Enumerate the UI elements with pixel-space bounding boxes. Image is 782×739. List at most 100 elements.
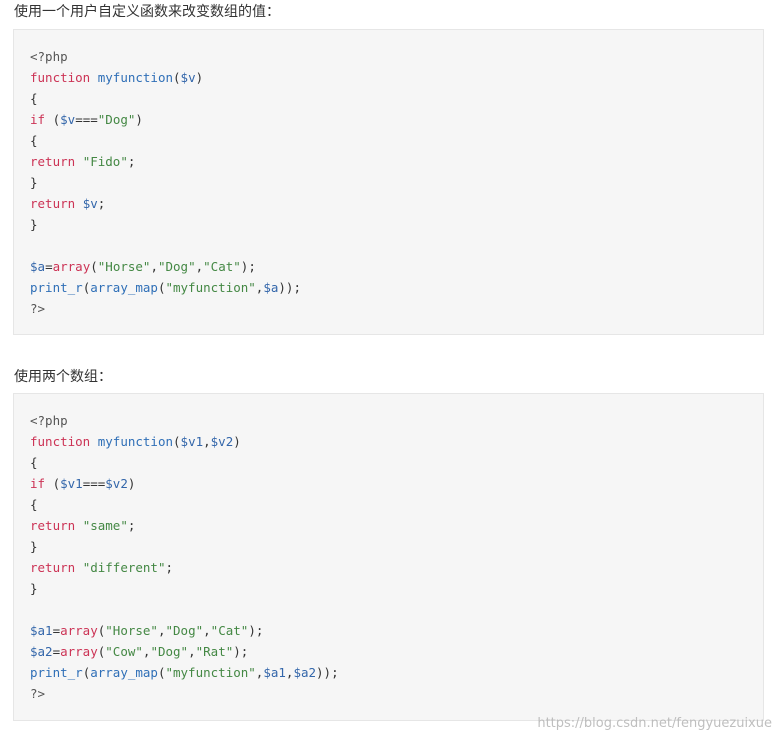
code-token-plain: { bbox=[30, 133, 38, 148]
code-token-kw: if bbox=[30, 112, 46, 127]
code-line: { bbox=[30, 130, 763, 151]
code-token-str: "different" bbox=[82, 560, 166, 575]
code-token-fn: print_r bbox=[30, 665, 83, 680]
code-token-plain: { bbox=[30, 455, 38, 470]
code-block-1[interactable]: <?php function myfunction($v){if ($v==="D… bbox=[13, 29, 764, 335]
code-token-plain: , bbox=[203, 623, 211, 638]
code-line: } bbox=[30, 536, 763, 557]
code-token-plain: ; bbox=[127, 154, 136, 169]
code-line: return "same"; bbox=[30, 515, 763, 536]
code-token-plain: === bbox=[82, 476, 106, 491]
code-token-plain: ( bbox=[45, 112, 61, 127]
code-line: } bbox=[30, 214, 763, 235]
code-token-plain: === bbox=[75, 112, 98, 127]
code-line: if ($v==="Dog") bbox=[30, 109, 763, 130]
code-token-str: "same" bbox=[82, 518, 128, 533]
code-token-plain: } bbox=[30, 581, 38, 596]
code-token-plain: , bbox=[188, 644, 196, 659]
code-token-plain: ) bbox=[233, 434, 241, 449]
code-line: { bbox=[30, 452, 763, 473]
code-token-plain: ; bbox=[165, 560, 174, 575]
code-token-var: $a bbox=[30, 259, 46, 274]
code-token-plain: ) bbox=[195, 70, 204, 85]
code-token-kw: function bbox=[30, 434, 91, 449]
code-token-plain: , bbox=[157, 623, 166, 638]
code-token-kw: return bbox=[30, 154, 76, 169]
code-token-plain: ( bbox=[45, 476, 61, 491]
code-token-fn: array_map bbox=[90, 665, 158, 680]
code-token-str: "Cat" bbox=[210, 623, 249, 638]
code-token-kw: return bbox=[30, 560, 76, 575]
code-token-plain: )); bbox=[278, 280, 301, 295]
code-token-plain: { bbox=[30, 91, 38, 106]
code-token-var: $v bbox=[180, 70, 196, 85]
code-token-str: "Dog" bbox=[97, 112, 136, 127]
code-token-str: "Horse" bbox=[105, 623, 158, 638]
code-token-plain: ; bbox=[97, 196, 106, 211]
code-token-plain: ( bbox=[90, 259, 98, 274]
code-token-var: $v bbox=[82, 196, 98, 211]
code-token-var: $a1 bbox=[263, 665, 286, 680]
code-line: print_r(array_map("myfunction",$a1,$a2))… bbox=[30, 662, 763, 683]
code-token-fn: print_r bbox=[30, 280, 83, 295]
code-block-2-lines: <?php function myfunction($v1,$v2){if ($v… bbox=[30, 410, 763, 704]
code-line: return "Fido"; bbox=[30, 151, 763, 172]
code-token-kw: array bbox=[52, 259, 91, 274]
code-line: $a=array("Horse","Dog","Cat"); bbox=[30, 256, 763, 277]
code-token-var: $a2 bbox=[293, 665, 317, 680]
code-token-kw: array bbox=[60, 623, 98, 638]
code-token-plain: } bbox=[30, 539, 38, 554]
code-block-2[interactable]: <?php function myfunction($v1,$v2){if ($v… bbox=[13, 393, 764, 721]
code-line: return "different"; bbox=[30, 557, 763, 578]
code-token-var: $v1 bbox=[60, 476, 83, 491]
code-token-plain: = bbox=[45, 259, 53, 274]
code-token-plain: , bbox=[203, 434, 211, 449]
code-token-kw: return bbox=[30, 196, 76, 211]
code-token-kw: if bbox=[30, 476, 46, 491]
code-token-str: "myfunction" bbox=[165, 665, 256, 680]
code-line: function myfunction($v) bbox=[30, 67, 763, 88]
section-heading-2: 使用两个数组： bbox=[14, 369, 112, 385]
code-token-kw: array bbox=[60, 644, 98, 659]
code-token-plain: ) bbox=[127, 476, 136, 491]
code-token-str: "Dog" bbox=[165, 623, 204, 638]
code-token-plain: = bbox=[52, 644, 61, 659]
code-token-plain: ( bbox=[173, 434, 181, 449]
code-token-plain: ); bbox=[233, 644, 249, 659]
code-token-str: "myfunction" bbox=[165, 280, 256, 295]
code-token-kw: function bbox=[30, 70, 91, 85]
code-token-plain: = bbox=[52, 623, 61, 638]
code-line: $a1=array("Horse","Dog","Cat"); bbox=[30, 620, 763, 641]
code-token-plain: ); bbox=[248, 623, 264, 638]
code-token-plain: } bbox=[30, 217, 38, 232]
code-token-fn: array_map bbox=[90, 280, 158, 295]
watermark-text: https://blog.csdn.net/fengyuezuixue bbox=[537, 716, 772, 731]
code-line: <?php bbox=[30, 46, 763, 67]
code-token-meta: <?php bbox=[30, 413, 68, 428]
code-line: if ($v1===$v2) bbox=[30, 473, 763, 494]
code-token-plain: ) bbox=[135, 112, 143, 127]
code-line: <?php bbox=[30, 410, 763, 431]
code-token-plain: , bbox=[150, 259, 158, 274]
code-token-meta: ?> bbox=[30, 686, 46, 701]
code-token-plain: ; bbox=[127, 518, 136, 533]
code-token-plain: )); bbox=[316, 665, 339, 680]
code-token-fn: myfunction bbox=[97, 70, 174, 85]
code-line: return $v; bbox=[30, 193, 763, 214]
code-token-meta: <?php bbox=[30, 49, 68, 64]
code-line: $a2=array("Cow","Dog","Rat"); bbox=[30, 641, 763, 662]
code-token-plain: } bbox=[30, 175, 38, 190]
code-token-var: $v2 bbox=[210, 434, 234, 449]
code-token-var: $v2 bbox=[105, 476, 128, 491]
code-line: print_r(array_map("myfunction",$a)); bbox=[30, 277, 763, 298]
code-token-str: "Horse" bbox=[97, 259, 151, 274]
code-token-var: $a1 bbox=[30, 623, 53, 638]
code-block-1-lines: <?php function myfunction($v){if ($v==="D… bbox=[30, 46, 763, 319]
code-line: } bbox=[30, 172, 763, 193]
code-token-str: "Dog" bbox=[157, 259, 196, 274]
